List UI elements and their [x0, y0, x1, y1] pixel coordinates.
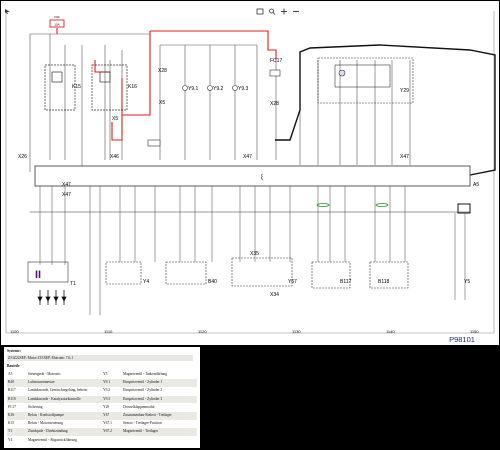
fuse-rating: 15A [54, 23, 59, 27]
legend-cell: B118 [8, 396, 16, 401]
wiring-diagram-viewer: F60 15A K15 K16 X28 X5 X5 X46 X26 Y9.1 Y… [0, 0, 500, 450]
fuse-label: F60 [54, 15, 60, 19]
label-y9-2: Y9.2 [213, 86, 224, 92]
svg-text:1100: 1100 [10, 329, 19, 334]
legend-cell: Sensor - Tretlager-Position [123, 421, 162, 426]
ecu-a5[interactable] [34, 165, 471, 187]
legend-cell: Y67.2 [103, 429, 112, 434]
legend-cell: Y4 [8, 437, 13, 442]
legend-title: Systeme: [7, 349, 21, 353]
label-x35: X35 [250, 251, 259, 257]
label-x34: X34 [270, 292, 279, 298]
label-t1: T1 [70, 281, 76, 287]
label-a5: A5 [473, 182, 479, 188]
label-x28: X28 [158, 68, 167, 74]
legend-cell: Y5 [103, 372, 108, 376]
legend-row: K16 Relais - Kraftstoffpumpe Y67 Zusammenba… [7, 412, 197, 420]
svg-text:1150: 1150 [470, 329, 479, 334]
legend-cell: A5 [8, 372, 13, 376]
label-k15: K15 [72, 84, 81, 90]
label-y29: Y29 [400, 88, 409, 94]
legend-cell: T1 [8, 429, 12, 434]
coil-symbol: II [35, 269, 41, 281]
legend-row: FC17 Sicherung Y29 Drosselklappenmodul [7, 404, 197, 412]
label-x47-d: X47 [62, 182, 71, 188]
print-icon[interactable] [256, 2, 264, 15]
label-x46: X46 [110, 154, 119, 160]
legend-cell: FC17 [8, 404, 16, 409]
legend-row: K15 Relais - Motorsteuerung Y67.1 Sensor - … [7, 420, 197, 428]
legend-cell: Y67 [103, 413, 110, 417]
label-fc17: FC17 [270, 58, 282, 64]
label-y9-1: Y9.1 [188, 86, 199, 92]
legend-cell: Y29 [103, 404, 110, 409]
label-x47-c: X47 [62, 192, 71, 198]
label-k16: K16 [128, 84, 137, 90]
legend-cell: Y9.3 [103, 396, 111, 401]
label-x5: X5 [159, 100, 165, 106]
search-icon[interactable] [268, 2, 276, 15]
pointer-icon[interactable] [4, 2, 12, 14]
legend-cell: K15 [8, 421, 15, 426]
legend-cell: Einspritzventil - Zylinder 3 [123, 396, 163, 401]
legend-cell: Einspritzventil - Zylinder 1 [123, 380, 163, 385]
legend-row: B40 Luftmassenmesser Y9.1 Einspritzventil -… [7, 379, 197, 387]
ecu-symbol: ξ [261, 175, 264, 181]
legend-cell: Lambdasonde - Katalysatorkontrolle [28, 396, 81, 401]
legend-cell: Einspritzventil - Zylinder 2 [123, 388, 163, 393]
svg-text:1120: 1120 [198, 329, 207, 334]
legend-cell: Zündspule - Direktzündung [28, 429, 68, 434]
label-x28-b: X28 [270, 101, 279, 107]
legend-cell: Magnetventil - Tretlager [123, 429, 159, 434]
connector-block[interactable] [457, 203, 471, 214]
legend-cell: Y9.2 [103, 388, 111, 393]
svg-text:1140: 1140 [386, 329, 395, 334]
legend-cell: Drosselklappenmodul [123, 404, 155, 409]
legend-cell: Magnetventil - Abgasrückführung [28, 437, 77, 442]
legend-cell: Y67.1 [103, 421, 112, 426]
legend-row: Y4 Magnetventil - Abgasrückführung [7, 437, 197, 445]
legend-row: T1 Zündspule - Direktzündung Y67.2 Magnetve… [7, 428, 197, 436]
diagram-canvas[interactable]: F60 15A K15 K16 X28 X5 X5 X46 X26 Y9.1 Y… [0, 0, 500, 345]
label-y4: Y4 [143, 279, 149, 285]
legend-cell: Steuergerät - Motronic [28, 372, 61, 376]
svg-text:1130: 1130 [292, 329, 301, 334]
legend-cell: B40 [8, 380, 14, 385]
label-y9-3: Y9.3 [238, 86, 249, 92]
legend-row: A5 Steuergerät - Motronic Y5 Magnetventil -… [7, 371, 197, 379]
fuse-fc17[interactable] [269, 69, 281, 77]
label-x26: X26 [18, 154, 27, 160]
label-b40: B40 [208, 279, 217, 285]
legend-cell: Luftmassenmesser [28, 380, 55, 385]
legend-cell: Zusammenbau-Einheit - Tretlager [123, 413, 172, 417]
zoom-out-icon[interactable] [292, 2, 300, 12]
legend-panel: Systeme: Z/GZ22SEP: Motor Z15XEP, Motron… [4, 347, 200, 448]
label-b118: B118 [378, 279, 390, 285]
legend-row: B118 Lambdasonde - Katalysatorkontrolle Y9… [7, 395, 197, 404]
label-b117: B117 [340, 279, 352, 285]
legend-cell: K16 [8, 413, 15, 417]
legend-cell: Magnetventil - Tankentlüftung [123, 372, 167, 376]
legend-cell: Relais - Motorsteuerung [28, 421, 63, 426]
label-x5-b: X5 [112, 116, 118, 122]
toolbar [1, 1, 499, 15]
svg-text:1110: 1110 [104, 329, 113, 334]
legend-components-heading: Bauteile [7, 364, 20, 368]
legend-system-row: Z/GZ22SEP: Motor Z15XEP, Motronic 7.6.1 [7, 355, 193, 361]
zoom-in-icon[interactable] [280, 2, 288, 15]
label-y67: Y67 [288, 279, 297, 285]
legend-row: B117 Lambdasonde, Gemischregelung, beheiz… [7, 387, 197, 395]
fuse-f63[interactable] [147, 139, 161, 147]
label-y5: Y5 [464, 279, 470, 285]
legend-cell: Y9.1 [103, 380, 111, 385]
diagram-code: P98101 [449, 335, 475, 344]
legend-cell: B117 [8, 388, 16, 393]
legend-cell: Relais - Kraftstoffpumpe [28, 413, 64, 417]
legend-cell: Lambdasonde, Gemischregelung, beheizt [28, 388, 88, 393]
label-x47-b: X47 [400, 154, 409, 160]
legend-cell: Sicherung [28, 404, 43, 409]
label-x47-a: X47 [243, 154, 252, 160]
